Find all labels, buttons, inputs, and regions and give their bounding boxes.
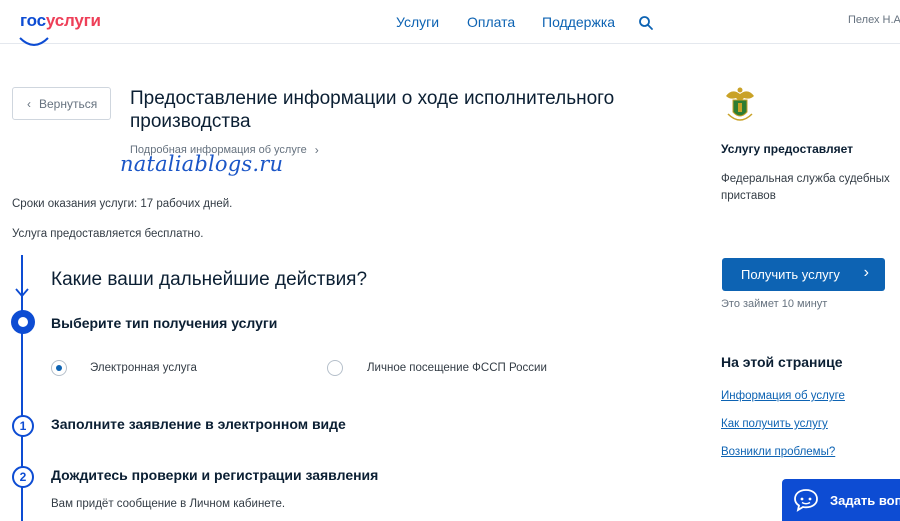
chevron-left-icon: ‹	[27, 96, 31, 111]
back-button[interactable]: ‹ Вернуться	[12, 87, 111, 120]
ask-question-label: Задать вопрос	[830, 492, 900, 508]
radio-personal-visit-label[interactable]: Личное посещение ФССП России	[367, 362, 547, 374]
service-free-note: Услуга предоставляется бесплатно.	[12, 228, 204, 240]
watermark: nataliablogs.ru	[120, 152, 284, 176]
radio-electronic-service[interactable]	[51, 360, 67, 376]
user-name[interactable]: Пелех Н.А.	[848, 14, 900, 26]
step-current-marker	[11, 310, 35, 334]
search-icon[interactable]	[638, 15, 654, 31]
get-service-button[interactable]: Получить услугу ›	[722, 258, 885, 291]
nav-services[interactable]: Услуги	[396, 14, 439, 30]
step-wait-check-title: Дождитесь проверки и регистрации заявлен…	[51, 467, 379, 483]
service-terms: Сроки оказания услуги: 17 рабочих дней.	[12, 198, 233, 210]
logo-part-uslugi: услуги	[45, 11, 101, 30]
chat-bot-icon	[794, 489, 818, 512]
nav-payment[interactable]: Оплата	[467, 14, 515, 30]
logo-swoosh-icon	[19, 37, 49, 46]
gosuslugi-logo[interactable]: госуслуги	[20, 11, 101, 31]
nav-support[interactable]: Поддержка	[542, 14, 615, 30]
step-wait-check-note: Вам придёт сообщение в Личном кабинете.	[51, 498, 286, 510]
next-actions-heading: Какие ваши дальнейшие действия?	[51, 269, 368, 290]
link-problems[interactable]: Возникли проблемы?	[721, 446, 835, 458]
link-how-to-get[interactable]: Как получить услугу	[721, 418, 828, 430]
site-header: госуслуги Услуги Оплата Поддержка Пелех …	[0, 0, 900, 44]
fssp-emblem-icon	[726, 87, 754, 121]
back-button-label: Вернуться	[39, 96, 98, 111]
radio-personal-visit[interactable]	[327, 360, 343, 376]
get-service-label: Получить услугу	[741, 267, 840, 282]
radio-electronic-service-label[interactable]: Электронная услуга	[90, 362, 197, 374]
step-number-2: 2	[12, 466, 34, 488]
chevron-right-icon: ›	[314, 143, 319, 157]
provider-heading: Услугу предоставляет	[721, 142, 854, 156]
step-choose-type-title: Выберите тип получения услуги	[51, 315, 278, 331]
on-this-page-heading: На этой странице	[721, 354, 843, 370]
arrow-down-icon	[15, 288, 29, 298]
logo-part-gos: гос	[20, 11, 46, 30]
page-title: Предоставление информации о ходе исполни…	[130, 88, 615, 132]
ask-question-button[interactable]: Задать вопрос	[782, 479, 900, 521]
link-service-info[interactable]: Информация об услуге	[721, 390, 845, 402]
provider-name: Федеральная служба судебных приставов	[721, 173, 890, 202]
time-estimate: Это займет 10 минут	[721, 298, 828, 310]
step-number-1: 1	[12, 415, 34, 437]
step-fill-application-title: Заполните заявление в электронном виде	[51, 416, 346, 432]
chevron-right-icon: ›	[863, 264, 869, 281]
